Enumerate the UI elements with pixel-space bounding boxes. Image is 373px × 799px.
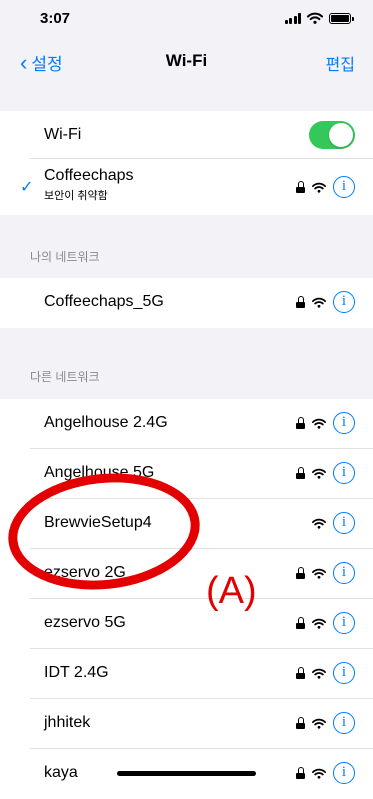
wifi-toggle-label: Wi-Fi	[44, 126, 82, 143]
info-icon[interactable]: i	[333, 612, 355, 634]
wifi-signal-icon	[312, 718, 326, 729]
wifi-signal-icon	[312, 418, 326, 429]
wifi-signal-icon	[312, 468, 326, 479]
lock-icon	[296, 417, 305, 429]
info-icon[interactable]: i	[333, 712, 355, 734]
battery-icon	[329, 12, 354, 24]
annotation-label: (A)	[206, 570, 257, 612]
wifi-signal-icon	[312, 518, 326, 529]
status-time: 3:07	[40, 10, 71, 27]
lock-icon	[296, 467, 305, 479]
info-icon[interactable]: i	[333, 412, 355, 434]
my-networks-list: Coffeechaps_5G i	[0, 278, 373, 328]
home-indicator	[117, 771, 256, 776]
info-icon[interactable]: i	[333, 562, 355, 584]
network-name: Coffeechaps_5G	[44, 293, 164, 310]
info-icon[interactable]: i	[333, 462, 355, 484]
lock-icon	[296, 767, 305, 779]
wifi-toggle-row: Wi-Fi	[0, 111, 373, 159]
info-icon[interactable]: i	[333, 662, 355, 684]
wifi-signal-icon	[312, 297, 326, 308]
lock-icon	[296, 617, 305, 629]
network-name: IDT 2.4G	[44, 664, 109, 681]
info-icon[interactable]: i	[333, 176, 355, 198]
lock-icon	[296, 717, 305, 729]
wifi-status-icon	[307, 12, 323, 24]
cellular-signal-icon	[284, 12, 301, 24]
wifi-signal-icon	[312, 668, 326, 679]
wifi-signal-icon	[312, 768, 326, 779]
status-icons	[284, 12, 354, 24]
page-title: Wi-Fi	[165, 51, 208, 70]
other-networks-list: Angelhouse 2.4G i Angelhouse 5G i BrewvieSet…	[0, 399, 373, 799]
my-networks-header: 나의 네트워크	[30, 250, 100, 264]
network-security-warning: 보안이 취약함	[44, 190, 108, 202]
network-row[interactable]: IDT 2.4G i	[0, 649, 373, 699]
network-name: jhhitek	[44, 714, 91, 731]
network-name: Angelhouse 2.4G	[44, 414, 168, 431]
edit-button[interactable]: 편집	[326, 51, 355, 75]
navigation-bar: ‹ 설정 Wi-Fi 편집	[0, 36, 373, 88]
network-row[interactable]: Angelhouse 2.4G i	[0, 399, 373, 449]
network-name: Coffeechaps	[44, 167, 134, 184]
status-bar: 3:07	[0, 0, 373, 36]
network-name: ezservo 5G	[44, 614, 126, 631]
network-row[interactable]: jhhitek i	[0, 699, 373, 749]
network-row[interactable]: Coffeechaps_5G i	[0, 278, 373, 328]
lock-icon	[296, 181, 305, 193]
lock-icon	[296, 296, 305, 308]
lock-icon	[296, 567, 305, 579]
info-icon[interactable]: i	[333, 291, 355, 313]
network-row[interactable]: ezservo 5G i	[0, 599, 373, 649]
other-networks-header: 다른 네트워크	[30, 370, 100, 384]
wifi-section: Wi-Fi ✓ Coffeechaps 보안이 취약함 i	[0, 111, 373, 215]
checkmark-icon: ✓	[20, 179, 34, 196]
wifi-signal-icon	[312, 568, 326, 579]
connected-network-row[interactable]: ✓ Coffeechaps 보안이 취약함 i	[0, 159, 373, 215]
info-icon[interactable]: i	[333, 512, 355, 534]
lock-icon	[296, 667, 305, 679]
wifi-signal-icon	[312, 618, 326, 629]
network-name: kaya	[44, 764, 78, 781]
wifi-toggle-switch[interactable]	[309, 121, 355, 149]
wifi-signal-icon	[312, 182, 326, 193]
info-icon[interactable]: i	[333, 762, 355, 784]
